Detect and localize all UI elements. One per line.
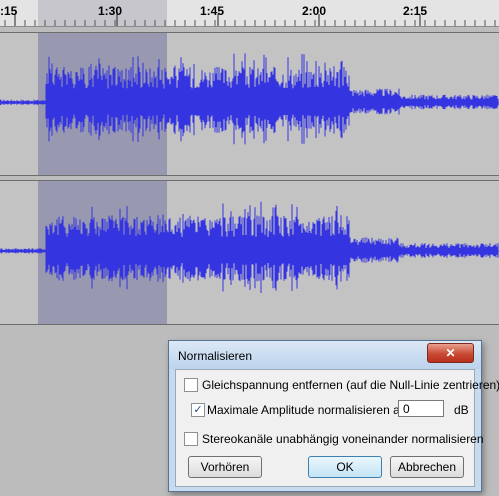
remove-dc-label: Gleichspannung entfernen (auf die Null-L… <box>202 378 499 392</box>
close-icon: ✕ <box>445 346 456 360</box>
db-unit-label: dB <box>454 403 469 417</box>
remove-dc-option[interactable]: Gleichspannung entfernen (auf die Null-L… <box>184 378 499 392</box>
normalize-max-checkbox[interactable]: ✓ <box>191 403 205 417</box>
dialog-titlebar[interactable]: Normalisieren ✕ <box>169 341 481 369</box>
audio-track-right-channel[interactable] <box>0 180 499 325</box>
normalize-max-label: Maximale Amplitude normalisieren auf <box>207 403 410 417</box>
stereo-independent-checkbox[interactable] <box>184 432 198 446</box>
dialog-title: Normalisieren <box>178 349 253 363</box>
audio-track-left-channel[interactable] <box>0 32 499 176</box>
close-button[interactable]: ✕ <box>427 343 474 363</box>
waveform-right <box>0 201 499 293</box>
amplitude-db-input[interactable]: 0 <box>398 400 444 417</box>
ruler-label-2-15: 2:15 <box>403 4 428 18</box>
waveform-envelope <box>0 201 499 293</box>
ruler-label-0-15: :15 <box>0 4 18 18</box>
timeline-ruler[interactable]: :15 1:30 1:45 2:00 2:15 <box>0 0 499 27</box>
stereo-independent-label: Stereokanäle unabhängig voneinander norm… <box>202 432 484 446</box>
normalize-max-option[interactable]: ✓ Maximale Amplitude normalisieren auf <box>191 403 410 417</box>
ruler-label-1-45: 1:45 <box>200 4 225 18</box>
normalize-dialog: Normalisieren ✕ Gleichspannung entfernen… <box>168 340 499 492</box>
ruler-label-2-00: 2:00 <box>302 4 327 18</box>
stereo-independent-option[interactable]: Stereokanäle unabhängig voneinander norm… <box>184 432 484 446</box>
remove-dc-checkbox[interactable] <box>184 378 198 392</box>
ok-button[interactable]: OK <box>308 456 382 478</box>
waveform-envelope <box>0 53 499 145</box>
waveform-left <box>0 53 499 145</box>
ruler-label-1-30: 1:30 <box>98 4 123 18</box>
preview-button[interactable]: Vorhören <box>188 456 262 478</box>
cancel-button[interactable]: Abbrechen <box>390 456 464 478</box>
dialog-body: Gleichspannung entfernen (auf die Null-L… <box>175 369 499 487</box>
